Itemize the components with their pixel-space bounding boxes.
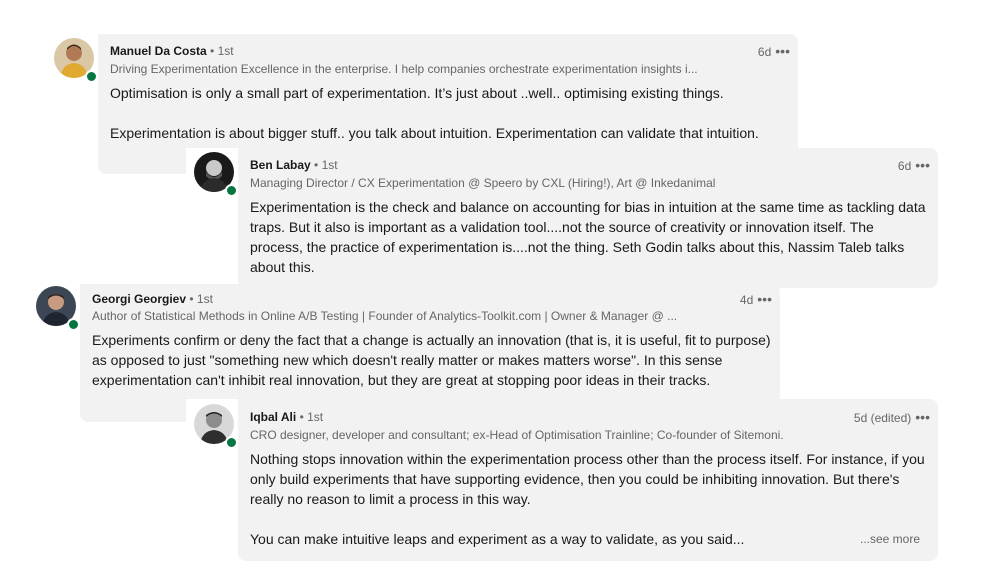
online-status-indicator bbox=[225, 436, 238, 449]
timestamp: 5d (edited) bbox=[853, 411, 912, 425]
comment-paragraph: Optimisation is only a small part of exp… bbox=[110, 85, 724, 101]
comment-paragraph: Experimentation is about bigger stuff.. … bbox=[110, 125, 759, 141]
online-status-indicator bbox=[225, 184, 238, 197]
timestamp: 6d bbox=[757, 45, 772, 59]
author-name[interactable]: Georgi Georgiev • 1st bbox=[92, 292, 213, 306]
comment-paragraph: Nothing stops innovation within the expe… bbox=[250, 451, 925, 507]
more-options-icon[interactable]: ••• bbox=[775, 43, 790, 59]
more-options-icon[interactable]: ••• bbox=[915, 157, 930, 173]
comment-text: Experiments confirm or deny the fact tha… bbox=[92, 330, 772, 390]
more-options-icon[interactable]: ••• bbox=[915, 409, 930, 425]
comment-meta: 6d ••• bbox=[840, 157, 930, 173]
comment-paragraph: You can make intuitive leaps and experim… bbox=[250, 531, 745, 547]
see-more-link[interactable]: ...see more bbox=[860, 532, 920, 546]
timestamp: 4d bbox=[739, 293, 754, 307]
connection-degree: • 1st bbox=[314, 158, 338, 172]
author-headline: Driving Experimentation Excellence in th… bbox=[110, 62, 698, 76]
comment-text: Nothing stops innovation within the expe… bbox=[250, 449, 926, 549]
online-status-indicator bbox=[85, 70, 98, 83]
more-options-icon[interactable]: ••• bbox=[757, 291, 772, 307]
author-name[interactable]: Manuel Da Costa • 1st bbox=[110, 44, 234, 58]
comment-text: Optimisation is only a small part of exp… bbox=[110, 83, 770, 143]
author-name-text[interactable]: Ben Labay bbox=[250, 158, 311, 172]
author-headline: Author of Statistical Methods in Online … bbox=[92, 309, 678, 323]
connection-degree: • 1st bbox=[210, 44, 234, 58]
comment-text: Experimentation is the check and balance… bbox=[250, 197, 926, 277]
connection-degree: • 1st bbox=[189, 292, 213, 306]
connection-degree: • 1st bbox=[299, 410, 324, 424]
comment-meta: 4d ••• bbox=[682, 291, 772, 307]
author-name-text[interactable]: Iqbal Ali bbox=[250, 410, 296, 424]
comment-paragraph: Experimentation is the check and balance… bbox=[250, 199, 926, 275]
comment-paragraph: Experiments confirm or deny the fact tha… bbox=[92, 332, 771, 388]
author-name[interactable]: Ben Labay • 1st bbox=[250, 158, 338, 172]
online-status-indicator bbox=[67, 318, 80, 331]
author-headline: Managing Director / CX Experimentation @… bbox=[250, 176, 716, 190]
author-name-text[interactable]: Georgi Georgiev bbox=[92, 292, 186, 306]
author-name-text[interactable]: Manuel Da Costa bbox=[110, 44, 207, 58]
author-headline: CRO designer, developer and consultant; … bbox=[250, 428, 784, 442]
comment-meta: 6d ••• bbox=[700, 43, 790, 59]
timestamp: 6d bbox=[897, 159, 912, 173]
comment-meta: 5d (edited) ••• bbox=[790, 409, 930, 425]
author-name[interactable]: Iqbal Ali • 1st bbox=[250, 410, 323, 424]
